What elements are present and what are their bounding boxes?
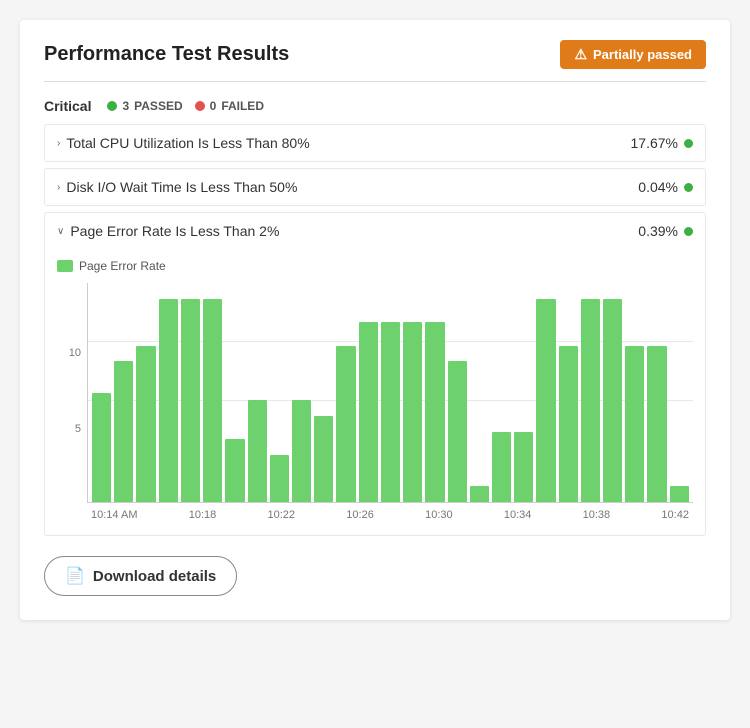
download-button-label: Download details (93, 568, 216, 585)
chevron-page-error[interactable]: ∨ (57, 226, 64, 237)
chart-bar (225, 439, 244, 502)
chart-bar (647, 346, 666, 502)
chart-legend: Page Error Rate (57, 259, 693, 273)
test-status-cpu (684, 139, 693, 148)
test-name-cpu: Total CPU Utilization Is Less Than 80% (66, 135, 309, 151)
x-label-7: 10:38 (583, 509, 611, 521)
section-divider (44, 81, 706, 82)
chevron-disk[interactable]: › (57, 182, 60, 193)
x-label-3: 10:22 (268, 509, 296, 521)
y-axis: 10 5 (57, 283, 85, 499)
x-label-2: 10:18 (189, 509, 217, 521)
badge-group: 3 PASSED 0 FAILED (107, 99, 264, 113)
chart-bar (514, 432, 533, 502)
chevron-cpu[interactable]: › (57, 138, 60, 149)
test-value-text-cpu: 17.67% (631, 135, 678, 151)
chart-bar (292, 400, 311, 502)
x-label-8: 10:42 (661, 509, 689, 521)
critical-label: Critical (44, 98, 91, 114)
chart-bar (536, 299, 555, 502)
test-value-cpu: 17.67% (631, 135, 693, 151)
x-label-5: 10:30 (425, 509, 453, 521)
test-label-page-error: ∨ Page Error Rate Is Less Than 2% (57, 223, 279, 239)
x-label-6: 10:34 (504, 509, 532, 521)
test-row-disk: › Disk I/O Wait Time Is Less Than 50% 0.… (44, 168, 706, 206)
x-axis: 10:14 AM 10:18 10:22 10:26 10:30 10:34 1… (87, 509, 693, 521)
chart-bar (92, 393, 111, 503)
chart-bar (448, 361, 467, 502)
chart-bar (403, 322, 422, 502)
status-badge-label: Partially passed (593, 47, 692, 62)
test-status-page-error (684, 227, 693, 236)
critical-section-header: Critical 3 PASSED 0 FAILED (44, 98, 706, 114)
status-badge: ⚠ Partially passed (560, 40, 706, 69)
chart-bar (470, 486, 489, 502)
chart-bar (625, 346, 644, 502)
test-row-cpu: › Total CPU Utilization Is Less Than 80%… (44, 124, 706, 162)
test-row-header-page-error: ∨ Page Error Rate Is Less Than 2% 0.39% (45, 213, 705, 249)
chart-bar (270, 455, 289, 502)
test-label-disk: › Disk I/O Wait Time Is Less Than 50% (57, 179, 297, 195)
failed-label: FAILED (221, 99, 264, 113)
chart-bar (203, 299, 222, 502)
chart-bar (248, 400, 267, 502)
test-name-disk: Disk I/O Wait Time Is Less Than 50% (66, 179, 297, 195)
chart-bar (359, 322, 378, 502)
failed-dot (195, 101, 205, 111)
legend-color (57, 260, 73, 272)
chart-bar (136, 346, 155, 502)
test-value-text-page-error: 0.39% (638, 223, 678, 239)
chart-bar (114, 361, 133, 502)
chart-bar (181, 299, 200, 502)
test-label-cpu: › Total CPU Utilization Is Less Than 80% (57, 135, 310, 151)
header: Performance Test Results ⚠ Partially pas… (44, 40, 706, 69)
passed-badge: 3 PASSED (107, 99, 182, 113)
test-status-disk (684, 183, 693, 192)
download-button[interactable]: 📄 Download details (44, 556, 237, 596)
chart-bar (581, 299, 600, 502)
chart-container: Page Error Rate 10 5 (45, 249, 705, 535)
chart-bar (425, 322, 444, 502)
passed-dot (107, 101, 117, 111)
test-row-page-error: ∨ Page Error Rate Is Less Than 2% 0.39% … (44, 212, 706, 536)
test-name-page-error: Page Error Rate Is Less Than 2% (70, 223, 279, 239)
failed-count: 0 (210, 99, 217, 113)
legend-label: Page Error Rate (79, 259, 166, 273)
file-icon: 📄 (65, 566, 85, 586)
chart-bar (159, 299, 178, 502)
warning-icon: ⚠ (574, 46, 587, 63)
chart-bar (670, 486, 689, 502)
test-value-page-error: 0.39% (638, 223, 693, 239)
chart-bar (336, 346, 355, 502)
x-label-4: 10:26 (346, 509, 374, 521)
chart-area-wrapper: 10 5 10:14 AM 10:18 (57, 283, 693, 521)
x-label-1: 10:14 AM (91, 509, 137, 521)
test-value-disk: 0.04% (638, 179, 693, 195)
chart-inner: 10:14 AM 10:18 10:22 10:26 10:30 10:34 1… (87, 283, 693, 521)
chart-bar (603, 299, 622, 502)
passed-count: 3 (122, 99, 129, 113)
chart-bar (381, 322, 400, 502)
page-container: Performance Test Results ⚠ Partially pas… (20, 20, 730, 620)
chart-bar (492, 432, 511, 502)
y-label-5: 5 (75, 423, 81, 435)
chart-bar (314, 416, 333, 502)
failed-badge: 0 FAILED (195, 99, 264, 113)
passed-label: PASSED (134, 99, 182, 113)
page-title: Performance Test Results (44, 43, 289, 66)
test-value-text-disk: 0.04% (638, 179, 678, 195)
y-label-10: 10 (69, 347, 81, 359)
chart-bars (87, 283, 693, 503)
chart-bar (559, 346, 578, 502)
